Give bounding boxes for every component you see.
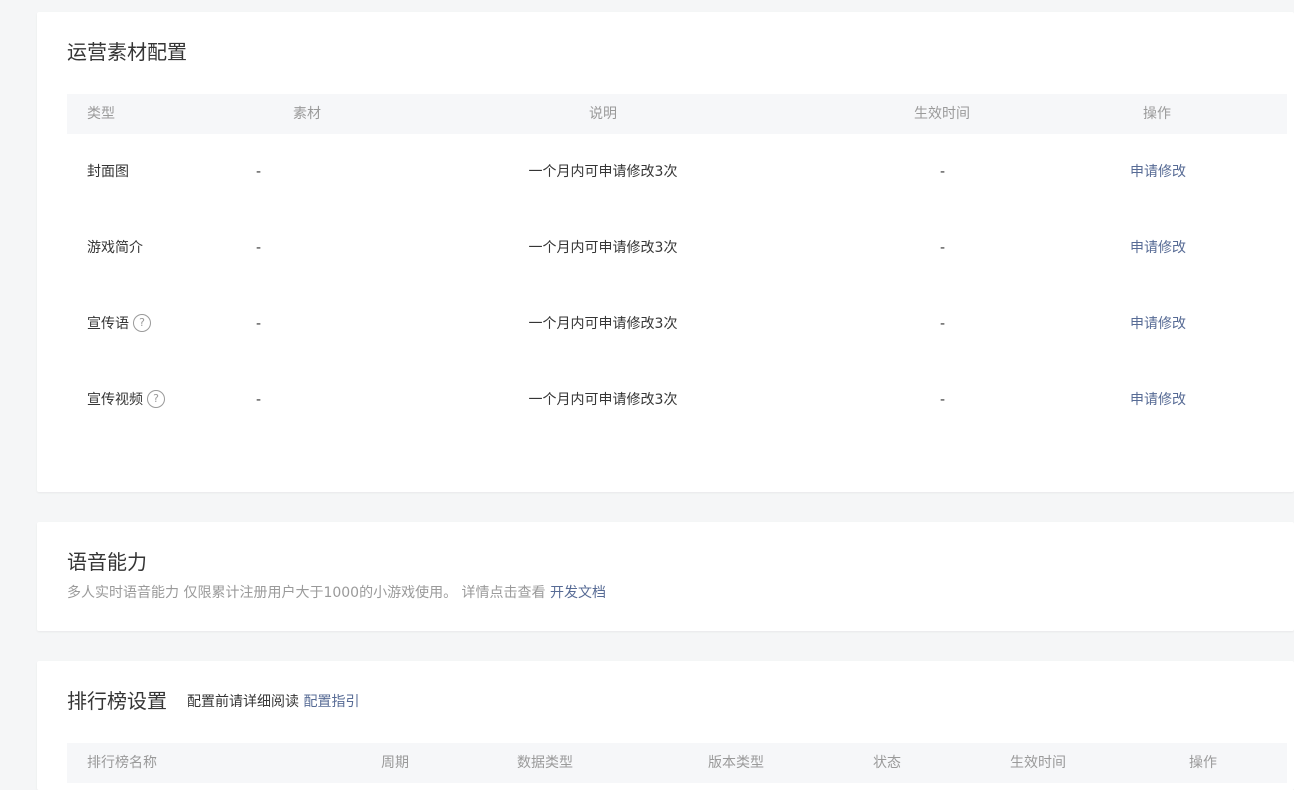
- column-header-material: 素材: [293, 106, 321, 122]
- row-type: 封面图: [87, 134, 129, 210]
- ranking-hint-text: 配置前请详细阅读: [187, 694, 299, 710]
- column-header-effective-time: 生效时间: [914, 106, 970, 122]
- config-guide-link[interactable]: 配置指引: [303, 694, 359, 710]
- column-header-status: 状态: [873, 755, 901, 771]
- voice-capability-card: 语音能力 多人实时语音能力 仅限累计注册用户大于1000的小游戏使用。 详情点击…: [37, 522, 1294, 631]
- ranking-settings-card: 排行榜设置 配置前请详细阅读 配置指引 排行榜名称 周期 数据类型 版本类型 状…: [37, 661, 1294, 790]
- voice-capability-title: 语音能力: [67, 550, 147, 574]
- row-type-label: 宣传语: [87, 316, 129, 332]
- row-material: -: [256, 392, 262, 408]
- row-type: 宣传语?: [87, 286, 151, 362]
- column-header-data-type: 数据类型: [517, 755, 573, 771]
- table-row: 封面图 - 一个月内可申请修改3次 - 申请修改: [67, 134, 1287, 210]
- help-icon[interactable]: ?: [133, 314, 151, 332]
- row-note: 一个月内可申请修改3次: [528, 164, 678, 180]
- column-header-period: 周期: [381, 755, 409, 771]
- material-config-title: 运营素材配置: [67, 40, 187, 64]
- row-effective-time: -: [940, 240, 946, 256]
- row-material: -: [256, 164, 262, 180]
- voice-capability-description: 多人实时语音能力 仅限累计注册用户大于1000的小游戏使用。 详情点击查看 开发…: [67, 582, 606, 602]
- column-header-action: 操作: [1143, 106, 1171, 122]
- row-type: 宣传视频?: [87, 362, 165, 438]
- row-type-label: 封面图: [87, 164, 129, 180]
- table-row: 游戏简介 - 一个月内可申请修改3次 - 申请修改: [67, 210, 1287, 286]
- dev-docs-link[interactable]: 开发文档: [550, 585, 606, 601]
- row-note: 一个月内可申请修改3次: [528, 240, 678, 256]
- column-header-note: 说明: [589, 106, 617, 122]
- apply-modify-link[interactable]: 申请修改: [1130, 134, 1186, 210]
- apply-modify-link[interactable]: 申请修改: [1130, 210, 1186, 286]
- ranking-settings-title: 排行榜设置: [67, 689, 167, 713]
- row-effective-time: -: [940, 316, 946, 332]
- row-material: -: [256, 316, 262, 332]
- apply-modify-link[interactable]: 申请修改: [1130, 362, 1186, 438]
- row-type: 游戏简介: [87, 210, 143, 286]
- row-effective-time: -: [940, 164, 946, 180]
- row-material: -: [256, 240, 262, 256]
- ranking-table-header: 排行榜名称 周期 数据类型 版本类型 状态 生效时间 操作: [67, 743, 1287, 783]
- material-table-header: 类型 素材 说明 生效时间 操作: [67, 94, 1287, 134]
- ranking-hint: 配置前请详细阅读 配置指引: [187, 691, 359, 711]
- column-header-action: 操作: [1189, 755, 1217, 771]
- table-row: 宣传语? - 一个月内可申请修改3次 - 申请修改: [67, 286, 1287, 362]
- column-header-type: 类型: [87, 106, 115, 122]
- help-icon[interactable]: ?: [147, 390, 165, 408]
- column-header-ranking-name: 排行榜名称: [87, 755, 157, 771]
- material-config-card: 运营素材配置 类型 素材 说明 生效时间 操作 封面图 - 一个月内可申请修改3…: [37, 12, 1294, 492]
- table-row: 宣传视频? - 一个月内可申请修改3次 - 申请修改: [67, 362, 1287, 438]
- row-effective-time: -: [940, 392, 946, 408]
- column-header-version-type: 版本类型: [708, 755, 764, 771]
- apply-modify-link[interactable]: 申请修改: [1130, 286, 1186, 362]
- column-header-effective-time: 生效时间: [1010, 755, 1066, 771]
- row-type-label: 游戏简介: [87, 240, 143, 256]
- voice-description-text: 多人实时语音能力 仅限累计注册用户大于1000的小游戏使用。 详情点击查看: [67, 585, 546, 601]
- row-note: 一个月内可申请修改3次: [528, 316, 678, 332]
- row-note: 一个月内可申请修改3次: [528, 392, 678, 408]
- row-type-label: 宣传视频: [87, 392, 143, 408]
